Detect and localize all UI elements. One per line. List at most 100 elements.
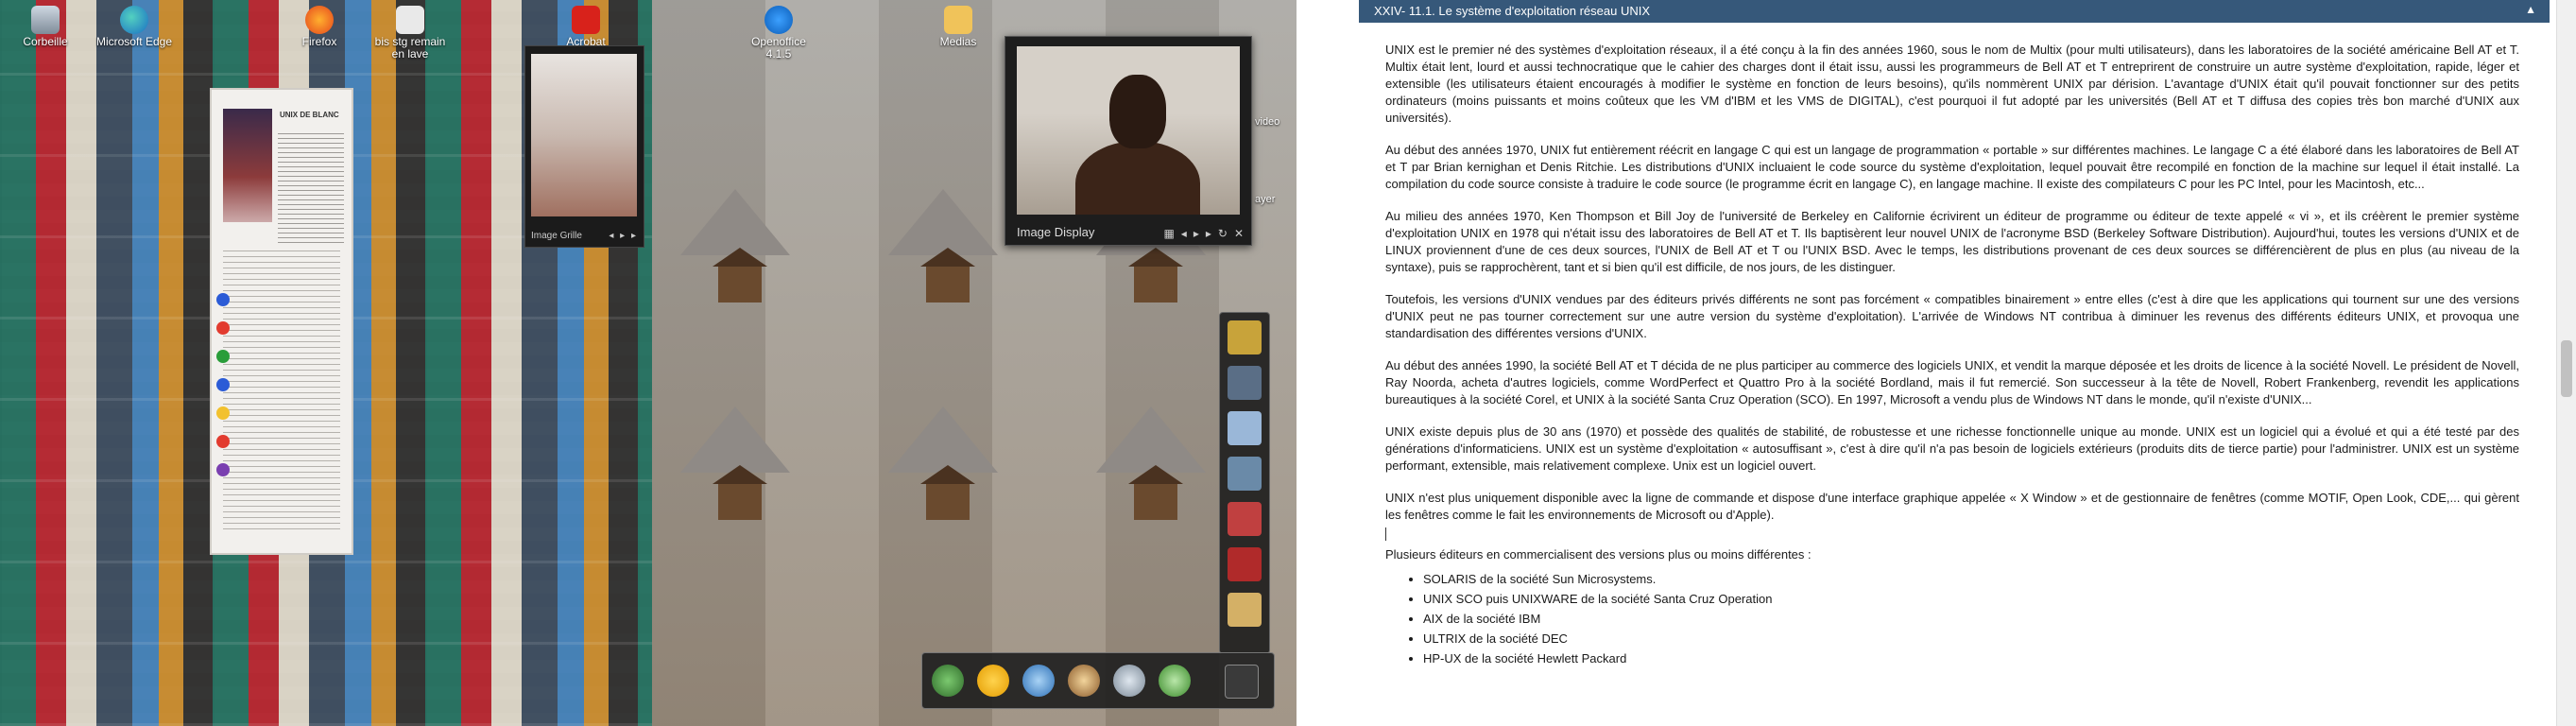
small-viewer-controls[interactable]: ◂ ▸ ▸ (609, 231, 638, 241)
mountain-shape (680, 189, 790, 255)
person-head (1109, 75, 1166, 148)
gadget-photo-icon[interactable] (1228, 320, 1262, 354)
list-item: HP-UX de la société Hewlett Packard (1423, 648, 2519, 668)
gadget-calendar-icon[interactable] (1228, 502, 1262, 536)
desktop-icon-recycle-bin[interactable]: Corbeille (6, 6, 85, 48)
document-window: XXIV- 11.1. Le système d'exploitation ré… (1308, 0, 2576, 726)
color-dot (216, 321, 230, 335)
desktop-icon-label: Medias (939, 35, 977, 48)
close-icon[interactable]: ✕ (1234, 227, 1244, 240)
desktop-icon-label: Openoffice 4.1.5 (751, 35, 806, 60)
portrait-image (223, 109, 272, 222)
gadget-sidebar (1219, 312, 1270, 654)
list-item: SOLARIS de la société Sun Microsystems. (1423, 569, 2519, 589)
image-display-window[interactable]: Image Display ▦ ◂ ▸ ▸ ↻ ✕ (1005, 36, 1252, 246)
collapse-up-icon[interactable]: ▲ (2525, 3, 2536, 16)
document-preview-window[interactable]: UNIX DE BLANC (212, 90, 352, 553)
document-icon (396, 6, 424, 34)
list-item: AIX de la société IBM (1423, 609, 2519, 629)
grid-view-icon[interactable]: ▦ (1163, 227, 1174, 240)
mountain-shape (680, 406, 790, 473)
cabin-shape (1128, 465, 1183, 520)
scrollbar-thumb[interactable] (2561, 340, 2572, 397)
tray-users-icon[interactable] (1068, 665, 1100, 697)
paragraph: Au milieu des années 1970, Ken Thompson … (1385, 209, 2519, 274)
desktop-icon-label: Corbeille (23, 35, 68, 48)
cabin-shape (1128, 248, 1183, 302)
tray-smiley-icon[interactable] (977, 665, 1009, 697)
tray-network-icon[interactable] (1022, 665, 1055, 697)
desktop-icon-medias[interactable]: Medias (919, 6, 998, 48)
desktop-icon-openoffice[interactable]: Openoffice 4.1.5 (739, 6, 818, 60)
quick-launch-tray (921, 652, 1275, 709)
desktop-icon-label: Firefox (301, 35, 337, 48)
color-dot (216, 293, 230, 306)
play-icon[interactable]: ▸ (1194, 227, 1199, 240)
document-preview-text (278, 130, 344, 243)
color-dot (216, 406, 230, 420)
mountain-shape (888, 189, 998, 255)
cabin-shape (920, 465, 975, 520)
viewer-image (531, 54, 637, 216)
color-dot (216, 435, 230, 448)
folder-icon (944, 6, 972, 34)
desktop-icon-firefox[interactable]: Firefox (280, 6, 359, 48)
document-body: UNIX est le premier né des systèmes d'ex… (1385, 42, 2519, 668)
firefox-icon (305, 6, 334, 34)
vertical-scrollbar[interactable] (2556, 0, 2576, 726)
list-intro: Plusieurs éditeurs en commercialisent de… (1385, 547, 1812, 562)
paragraph: Au début des années 1990, la société Bel… (1385, 358, 2519, 406)
image-display-photo (1017, 46, 1240, 215)
tray-settings-icon[interactable] (1159, 665, 1191, 697)
desktop-edge-label-player: ayer (1255, 194, 1276, 205)
previous-icon[interactable]: ◂ (1181, 227, 1187, 240)
desktop: Corbeille Microsoft Edge Firefox bis stg… (0, 0, 1297, 726)
text-cursor (1385, 527, 1386, 541)
small-image-viewer[interactable]: Image Grille ◂ ▸ ▸ (524, 45, 644, 248)
gadget-notes-icon[interactable] (1228, 593, 1262, 627)
color-dot (216, 350, 230, 363)
list-item: UNIX SCO puis UNIXWARE de la société San… (1423, 589, 2519, 609)
cabin-shape (920, 248, 975, 302)
vendor-list: SOLARIS de la société Sun Microsystems. … (1385, 569, 2519, 668)
desktop-icon-label: Microsoft Edge (95, 35, 173, 48)
edge-icon (120, 6, 148, 34)
image-display-title: Image Display (1017, 225, 1095, 239)
desktop-icon-edge[interactable]: Microsoft Edge (94, 6, 174, 48)
section-header[interactable]: XXIV- 11.1. Le système d'exploitation ré… (1359, 0, 2550, 23)
cabin-shape (713, 248, 767, 302)
tray-app-icon[interactable] (932, 665, 964, 697)
section-title: XXIV- 11.1. Le système d'exploitation ré… (1374, 4, 1651, 18)
person-torso (1075, 141, 1200, 215)
document-preview-heading: UNIX DE BLANC (280, 111, 339, 119)
paragraph: Au début des années 1970, UNIX fut entiè… (1385, 143, 2519, 191)
next-icon[interactable]: ▸ (1206, 227, 1211, 240)
desktop-icon-label: bis stg remain en lave (374, 35, 446, 60)
tray-keyboard-icon[interactable] (1225, 665, 1259, 699)
paragraph: UNIX est le premier né des systèmes d'ex… (1385, 43, 2519, 125)
color-dot (216, 378, 230, 391)
recycle-bin-icon (31, 6, 60, 34)
cabin-shape (713, 465, 767, 520)
paragraph: Toutefois, les versions d'UNIX vendues p… (1385, 292, 2519, 340)
paragraph: UNIX existe depuis plus de 30 ans (1970)… (1385, 424, 2519, 473)
list-item: ULTRIX de la société DEC (1423, 629, 2519, 648)
document-preview-text (223, 246, 340, 529)
gadget-monitor-icon[interactable] (1228, 457, 1262, 491)
mountain-shape (1096, 406, 1206, 473)
mountain-shape (888, 406, 998, 473)
gadget-folder-icon[interactable] (1228, 366, 1262, 400)
gadget-media-icon[interactable] (1228, 547, 1262, 581)
rotate-icon[interactable]: ↻ (1218, 227, 1228, 240)
small-viewer-caption: Image Grille (531, 231, 582, 241)
gadget-picture-icon[interactable] (1228, 411, 1262, 445)
desktop-icon-document[interactable]: bis stg remain en lave (370, 6, 450, 60)
image-display-toolbar: ▦ ◂ ▸ ▸ ↻ ✕ (1163, 227, 1244, 240)
desktop-edge-label-video: video (1255, 116, 1280, 128)
acrobat-reader-icon (572, 6, 600, 34)
openoffice-icon (764, 6, 793, 34)
tray-document-icon[interactable] (1113, 665, 1145, 697)
window-gap (1297, 0, 1308, 726)
paragraph: UNIX n'est plus uniquement disponible av… (1385, 491, 2519, 522)
color-dot (216, 463, 230, 476)
